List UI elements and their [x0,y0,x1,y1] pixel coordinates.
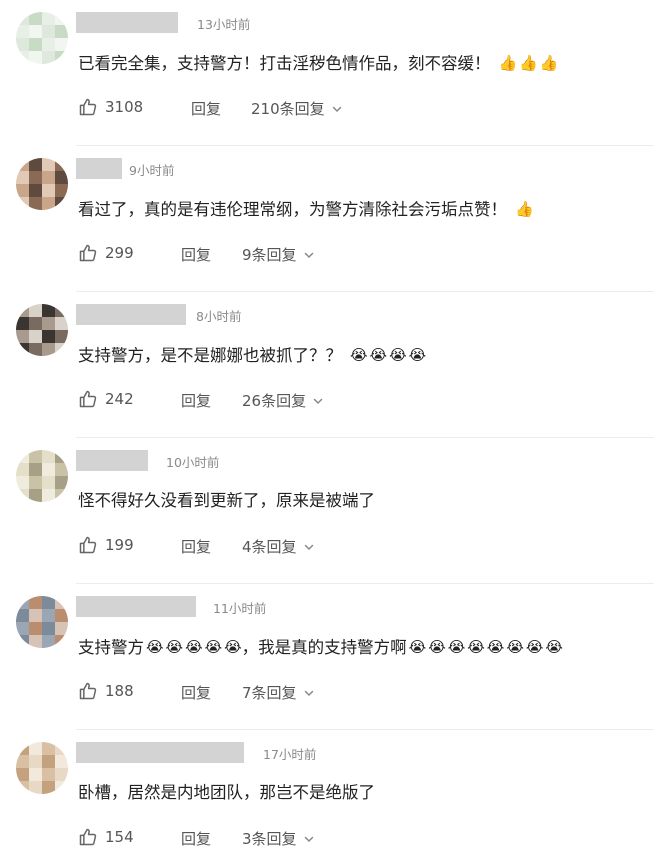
comment-item: 13小时前已看完全集，支持警方！打击淫秽色情作品，刻不容缓！ 👍 👍 👍 3108 回复 2… [0,0,654,146]
like-count: 242 [105,390,134,408]
comment-item: 11小时前支持警方 😭 😭 😭 😭 😭，我是真的支持警方啊 😭 😭 😭 😭 😭 😭 😭 😭 188 回复 7条回… [0,584,654,730]
comment-time: 17小时前 [263,747,317,762]
reply-button[interactable]: 回复 [181,244,211,265]
like-button[interactable]: 242 [78,389,134,409]
thumbs-up-emoji-icon: 👍 [519,54,538,72]
crying-emoji-icon: 😭 [185,638,203,656]
chevron-down-icon [303,833,315,845]
like-count: 3108 [105,98,144,116]
chevron-down-icon [303,687,315,699]
comment-text: 已看完全集，支持警方！打击淫秽色情作品，刻不容缓！ 👍 👍 👍 [78,50,559,77]
thumbs-up-emoji-icon: 👍 [498,54,518,72]
comment-item: 9小时前看过了，真的是有违伦理常纲，为警方清除社会污垢点赞！ 👍 299 回复 9条回复 [0,146,654,292]
username-redacted[interactable] [76,158,122,179]
view-replies-button[interactable]: 26条回复 [242,390,324,411]
avatar[interactable] [16,742,68,794]
crying-emoji-icon: 😭 [204,638,223,656]
comment-text: 支持警方 😭 😭 😭 😭 😭，我是真的支持警方啊 😭 😭 😭 😭 😭 😭 😭 😭 [78,634,563,661]
username-redacted[interactable] [76,304,186,325]
username-redacted[interactable] [76,742,244,763]
reply-button[interactable]: 回复 [181,828,211,848]
thumbs-up-emoji-icon: 👍 [515,200,534,218]
comment-text: 怪不得好久没看到更新了，原来是被端了 [78,491,375,510]
view-replies-button[interactable]: 9条回复 [242,244,315,265]
view-replies-button[interactable]: 7条回复 [242,682,315,703]
thumbs-up-icon [78,681,105,701]
avatar[interactable] [16,304,68,356]
crying-emoji-icon: 😭 [408,346,427,364]
crying-emoji-icon: 😭 [165,638,184,656]
comment-time: 9小时前 [129,163,175,178]
crying-emoji-icon: 😭 [447,638,466,656]
username-redacted[interactable] [76,12,178,33]
reply-count: 26条回复 [242,392,307,410]
like-count: 154 [105,828,134,846]
crying-emoji-icon: 😭 [545,638,563,656]
view-replies-button[interactable]: 210条回复 [251,98,343,119]
comment-text: 卧槽，居然是内地团队，那岂不是绝版了 [78,783,375,802]
thumbs-up-icon [78,243,105,263]
chevron-down-icon [303,249,315,261]
comment-time: 10小时前 [166,455,220,470]
avatar[interactable] [16,596,68,648]
crying-emoji-icon: 😭 [146,638,164,656]
like-button[interactable]: 199 [78,535,134,555]
comment-text: 看过了，真的是有违伦理常纲，为警方清除社会污垢点赞！ 👍 [78,196,534,223]
thumbs-up-icon [78,389,105,409]
reply-count: 3条回复 [242,830,297,848]
view-replies-button[interactable]: 3条回复 [242,828,315,848]
like-button[interactable]: 3108 [78,97,143,117]
reply-count: 4条回复 [242,538,297,556]
reply-count: 7条回复 [242,684,297,702]
comment-time: 8小时前 [196,309,242,324]
avatar[interactable] [16,158,68,210]
crying-emoji-icon: 😭 [369,346,388,364]
username-redacted[interactable] [76,596,196,617]
crying-emoji-icon: 😭 [224,638,242,656]
comment-item: 17小时前卧槽，居然是内地团队，那岂不是绝版了 154 回复 3条回复 [0,730,654,848]
comment-item: 10小时前怪不得好久没看到更新了，原来是被端了 199 回复 4条回复 [0,438,654,584]
thumbs-up-icon [78,97,105,117]
crying-emoji-icon: 😭 [428,638,446,656]
crying-emoji-icon: 😭 [408,638,427,656]
like-button[interactable]: 154 [78,827,134,847]
username-redacted[interactable] [76,450,148,471]
crying-emoji-icon: 😭 [350,346,368,364]
chevron-down-icon [331,103,343,115]
comment-time: 13小时前 [197,17,251,32]
like-button[interactable]: 299 [78,243,134,263]
crying-emoji-icon: 😭 [486,638,505,656]
chevron-down-icon [312,395,324,407]
reply-count: 210条回复 [251,100,325,118]
thumbs-up-emoji-icon: 👍 [539,54,559,72]
reply-button[interactable]: 回复 [191,98,221,119]
reply-count: 9条回复 [242,246,297,264]
avatar[interactable] [16,450,68,502]
like-button[interactable]: 188 [78,681,134,701]
reply-button[interactable]: 回复 [181,390,211,411]
comment-text: 支持警方，是不是娜娜也被抓了？？ 😭 😭 😭 😭 [78,342,426,369]
reply-button[interactable]: 回复 [181,536,211,557]
like-count: 299 [105,244,134,262]
reply-button[interactable]: 回复 [181,682,211,703]
thumbs-up-icon [78,827,105,847]
like-count: 188 [105,682,134,700]
crying-emoji-icon: 😭 [525,638,544,656]
chevron-down-icon [303,541,315,553]
crying-emoji-icon: 😭 [389,346,407,364]
like-count: 199 [105,536,134,554]
crying-emoji-icon: 😭 [506,638,524,656]
thumbs-up-icon [78,535,105,555]
crying-emoji-icon: 😭 [467,638,485,656]
view-replies-button[interactable]: 4条回复 [242,536,315,557]
comment-time: 11小时前 [213,601,267,616]
avatar[interactable] [16,12,68,64]
comment-item: 8小时前支持警方，是不是娜娜也被抓了？？ 😭 😭 😭 😭 242 回复 26条回复 [0,292,654,438]
